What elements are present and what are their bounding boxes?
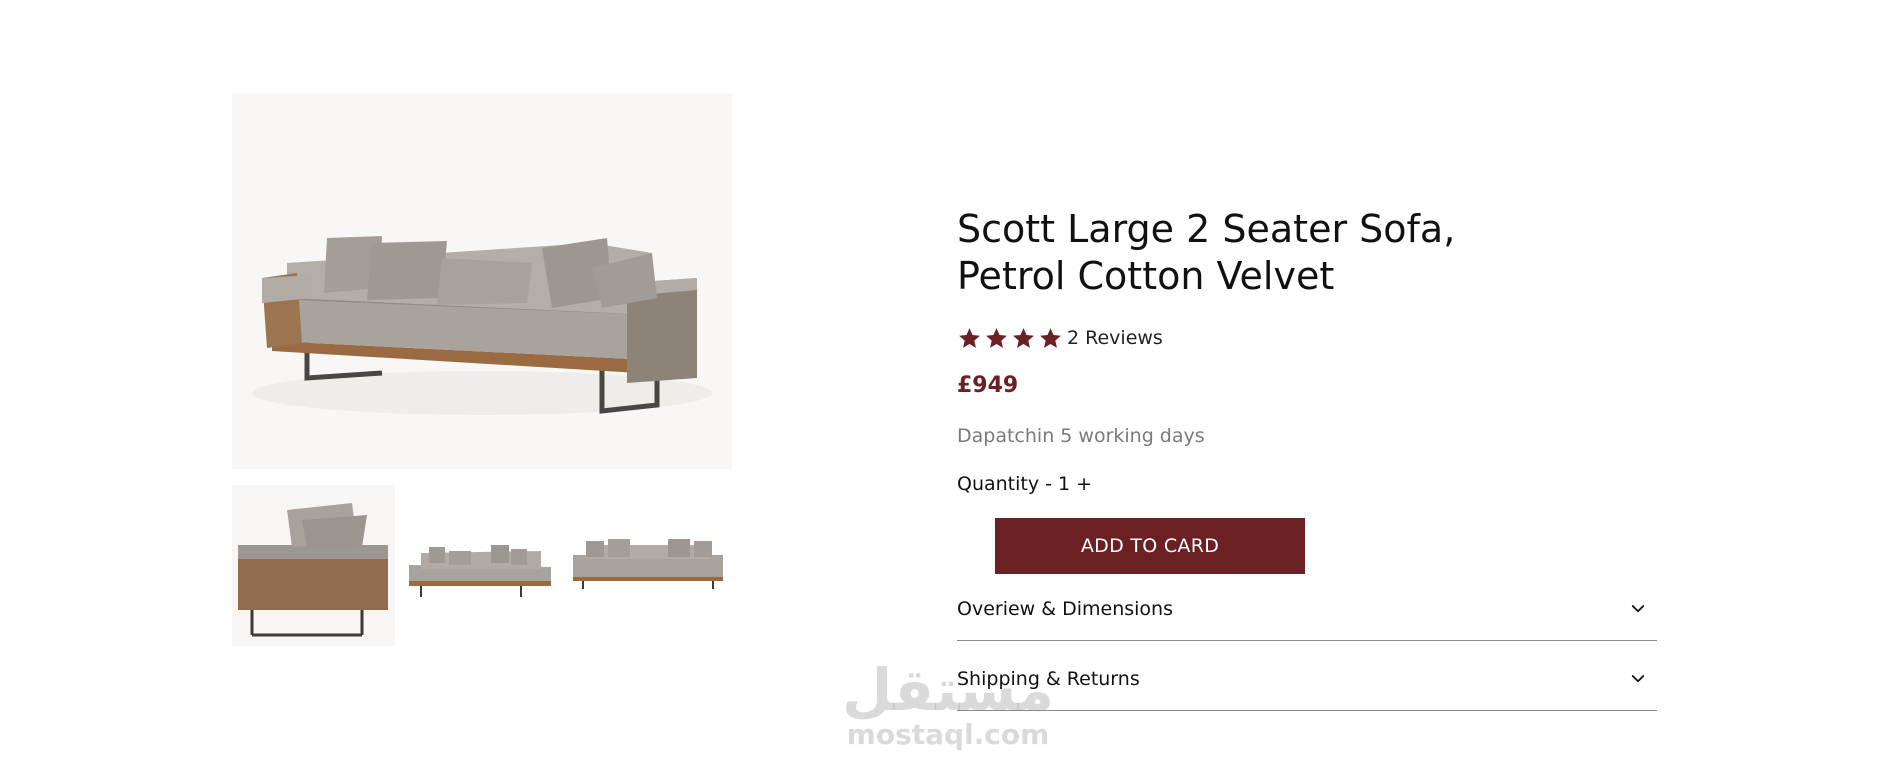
product-rating: 2 Reviews — [957, 325, 1163, 351]
star-icon — [1040, 327, 1061, 348]
product-price: £949 — [957, 373, 1019, 398]
accordion-label: Shipping & Returns — [957, 668, 1140, 690]
accordion-overview-dimensions[interactable]: Overiew & Dimensions — [957, 578, 1657, 641]
accordion-shipping-returns[interactable]: Shipping & Returns — [957, 648, 1657, 711]
reviews-link[interactable]: 2 Reviews — [1067, 327, 1163, 349]
gallery-thumbnail[interactable] — [232, 485, 395, 646]
dispatch-info: Dapatchin 5 working days — [957, 425, 1205, 447]
product-main-image[interactable] — [232, 93, 732, 469]
star-icon — [1013, 327, 1034, 348]
quantity-increase-button[interactable]: + — [1076, 473, 1092, 495]
add-to-cart-button[interactable]: ADD TO CARD — [995, 518, 1305, 574]
chevron-down-icon — [1631, 605, 1645, 613]
quantity-decrease-button[interactable]: - — [1045, 473, 1052, 495]
accordion-label: Overiew & Dimensions — [957, 598, 1173, 620]
chevron-down-icon — [1631, 675, 1645, 683]
quantity-stepper: Quantity - 1 + — [957, 473, 1092, 495]
product-title-line-2: Petrol Cotton Velvet — [957, 254, 1335, 298]
product-title-line-1: Scott Large 2 Seater Sofa, — [957, 207, 1456, 251]
quantity-value: 1 — [1057, 473, 1071, 495]
star-icon — [959, 327, 980, 348]
gallery-thumbnail[interactable] — [401, 485, 559, 646]
quantity-label: Quantity — [957, 473, 1040, 495]
star-icon — [986, 327, 1007, 348]
watermark-url: mostaql.com — [846, 718, 1050, 751]
gallery-thumbnail[interactable] — [568, 485, 728, 646]
product-title: Scott Large 2 Seater Sofa, Petrol Cotton… — [957, 206, 1477, 300]
